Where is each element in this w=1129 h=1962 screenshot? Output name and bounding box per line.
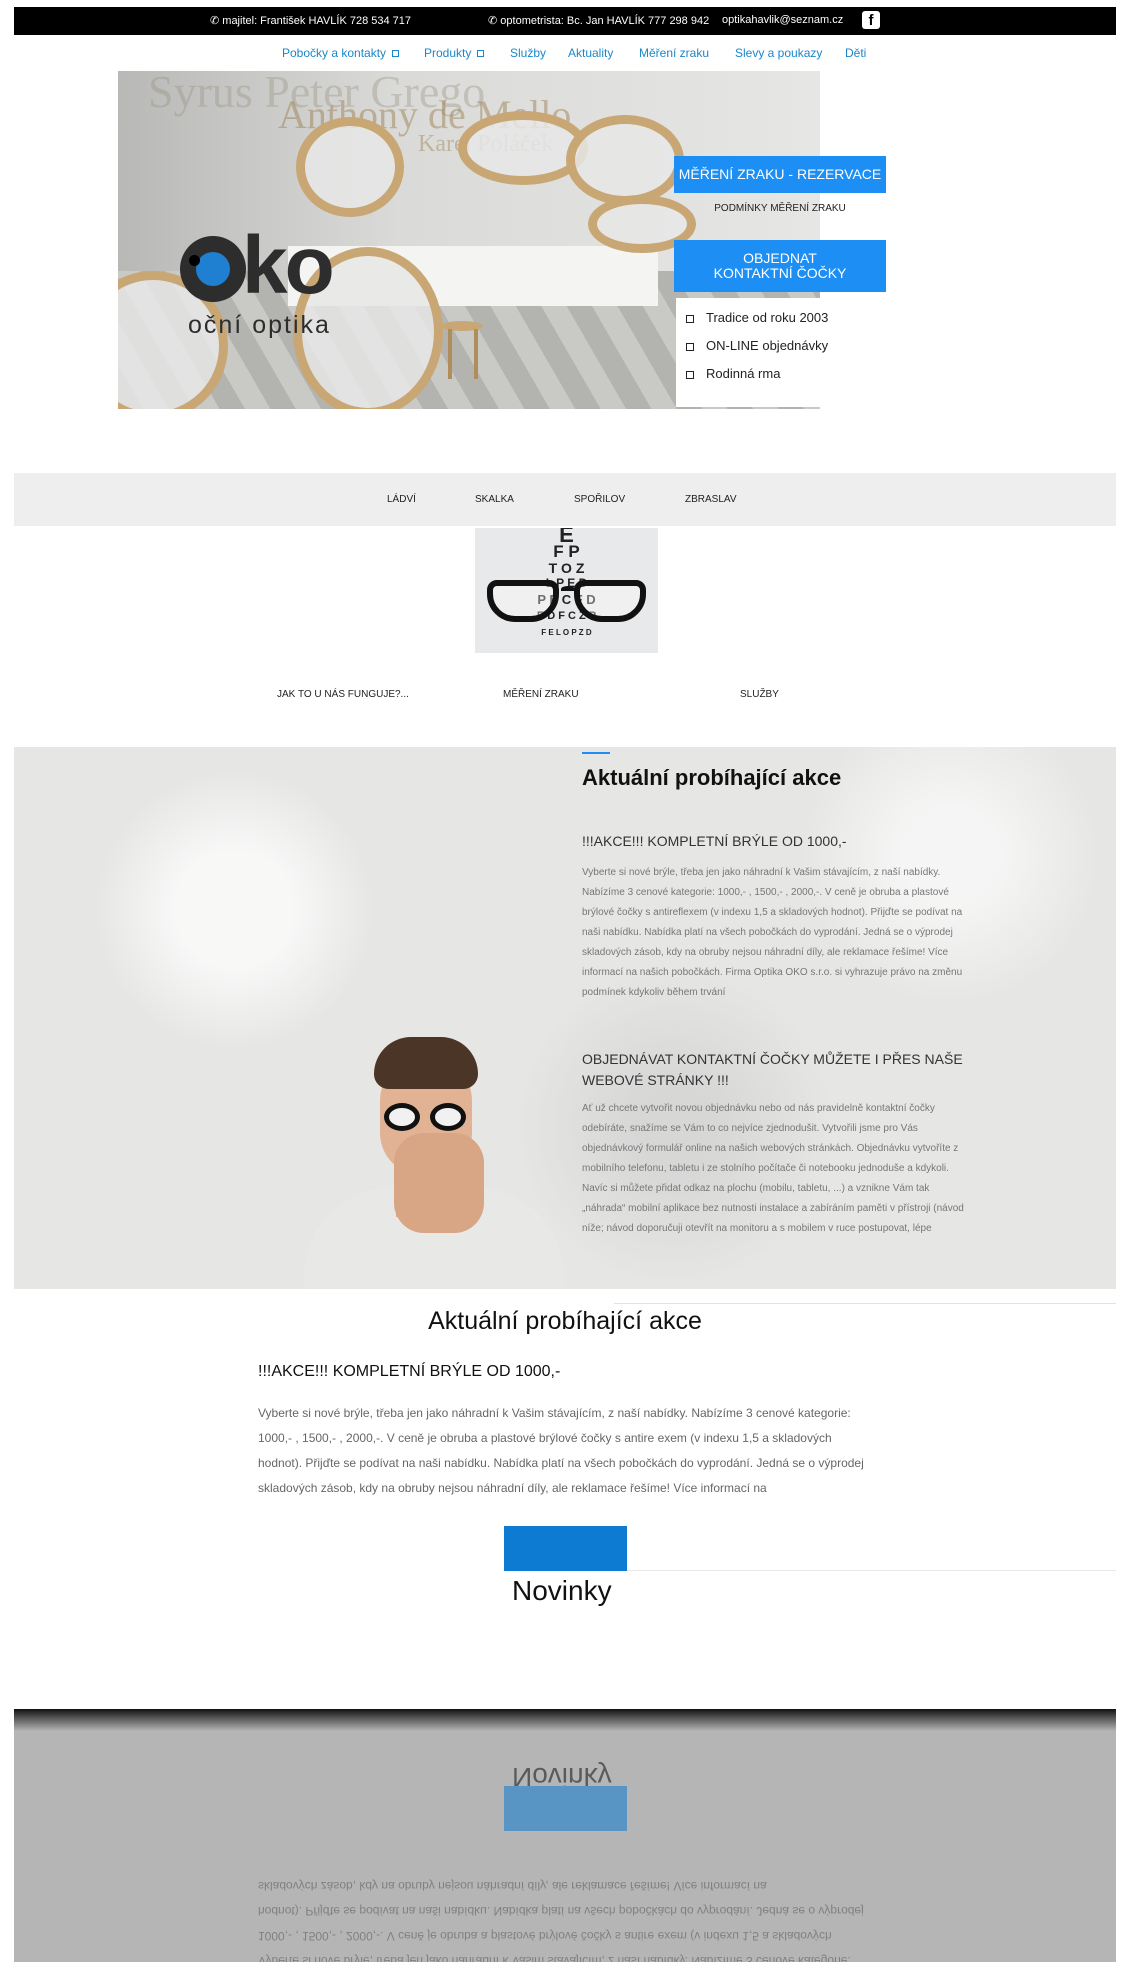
eye-test-booking-button[interactable]: MĚŘENÍ ZRAKU - REZERVACE (674, 156, 886, 193)
section2-item-text: Vyberte si nové brýle, třeba jen jako ná… (258, 1406, 864, 1495)
nav-item-discounts[interactable]: Slevy a poukazy (735, 46, 822, 60)
chevron-down-icon (477, 50, 485, 58)
eye-chart-image: E F P T O Z L P E D P E C F D E D F C Z … (475, 528, 658, 653)
section2-title: Aktuální probíhající akce (428, 1307, 702, 1335)
nav-item-label: Pobočky a kontakty (282, 46, 387, 60)
optometrist-contact[interactable]: ✆ optometrista: Bc. Jan HAVLÍK 777 298 9… (488, 14, 709, 27)
glasses-bridge (561, 586, 575, 592)
main-nav: Pobočky a kontakty Produkty Služby Aktua… (14, 35, 1116, 65)
branch-ladvi[interactable]: LÁDVÍ (387, 494, 416, 505)
branch-zbraslav[interactable]: ZBRASLAV (685, 494, 737, 505)
branches-bar: LÁDVÍ SKALKA SPOŘILOV ZBRASLAV (14, 473, 1116, 526)
promo-item2-text: Ať už chcete vytvořit novou objednávku n… (582, 1103, 964, 1234)
owner-contact-text: majitel: František HAVLÍK 728 534 717 (222, 15, 412, 27)
reflected-text: Vyberte si nové brýle, třeba jen jako ná… (258, 1879, 864, 1962)
branch-sporilov[interactable]: SPOŘILOV (574, 494, 625, 505)
page-shadow (14, 1709, 1116, 1731)
nav-item-branches[interactable]: Pobočky a kontakty (282, 46, 400, 60)
nav-item-products[interactable]: Produkty (424, 46, 485, 60)
reflected-accent-block (504, 1786, 627, 1831)
display-lens (296, 117, 404, 217)
promo-item2-title: OBJEDNÁVAT KONTAKTNÍ ČOČKY MŮŽETE I PŘES… (582, 1051, 963, 1088)
subnav-eye-test[interactable]: MĚŘENÍ ZRAKU (503, 689, 579, 700)
nav-item-label: Produkty (424, 46, 472, 60)
owner-contact[interactable]: ✆ majitel: František HAVLÍK 728 534 717 (210, 14, 411, 27)
order-button-line1: OBJEDNAT (743, 250, 817, 266)
surprised-man-photo (304, 1037, 564, 1289)
glasses-lens-left (487, 580, 559, 622)
logo-subtitle: oční optika (188, 311, 331, 339)
subnav-how-it-works[interactable]: JAK TO U NÁS FUNGUJE?... (277, 689, 409, 700)
checkbox-icon (686, 314, 694, 323)
nav-item-services[interactable]: Služby (510, 46, 546, 60)
eye-chart-row: F E L O P Z D (541, 628, 592, 637)
display-lens (566, 115, 684, 205)
order-contact-lenses-button[interactable]: OBJEDNAT KONTAKTNÍ ČOČKY (674, 240, 886, 292)
divider (627, 1570, 1116, 1571)
promo-section: Aktuální probíhající akce !!!AKCE!!! KOM… (14, 747, 1116, 1289)
subnav-services[interactable]: SLUŽBY (740, 689, 779, 700)
nav-item-eye-test[interactable]: Měření zraku (639, 46, 709, 60)
benefit-item: ON-LINE objednávky (686, 338, 828, 353)
nav-item-kids[interactable]: Děti (845, 46, 866, 60)
benefit-item: Tradice od roku 2003 (686, 310, 828, 325)
divider (614, 1303, 1116, 1304)
page-reflection: Novinky Vyberte si nové brýle, třeba jen… (14, 1709, 1116, 1962)
chevron-down-icon (392, 50, 400, 58)
eye-chart-row: F P (553, 542, 580, 561)
checkbox-icon (686, 370, 694, 379)
branch-skalka[interactable]: SKALKA (475, 494, 514, 505)
optometrist-contact-text: optometrista: Bc. Jan HAVLÍK 777 298 942 (500, 15, 710, 27)
stool-leg (448, 329, 452, 379)
nav-item-news[interactable]: Aktuality (568, 46, 613, 60)
logo-text: ko (242, 220, 335, 311)
phone-icon: ✆ (488, 15, 498, 27)
logo-o-icon (180, 236, 246, 302)
phone-icon: ✆ (210, 15, 220, 27)
eye-test-conditions-link[interactable]: PODMÍNKY MĚŘENÍ ZRAKU (674, 203, 886, 214)
checkbox-icon (686, 342, 694, 351)
news-accent-block (504, 1526, 627, 1571)
section2-item-title: !!!AKCE!!! KOMPLETNÍ BRÝLE OD 1000,- (258, 1363, 561, 1380)
glasses-lens-right (574, 580, 646, 622)
promo-title: Aktuální probíhající akce (582, 765, 842, 790)
order-button-line2: KONTAKTNÍ ČOČKY (713, 265, 847, 281)
news-title: Novinky (512, 1575, 612, 1606)
eye-chart-row: T O Z (548, 560, 585, 576)
page: ✆ majitel: František HAVLÍK 728 534 717 … (14, 7, 1116, 1962)
top-contact-bar: ✆ majitel: František HAVLÍK 728 534 717 … (14, 7, 1116, 35)
promo-item1-text: Vyberte si nové brýle, třeba jen jako ná… (582, 867, 963, 998)
facebook-icon[interactable]: f (862, 11, 880, 29)
title-accent-line (582, 752, 610, 754)
email-link[interactable]: optikahavlik@seznam.cz (722, 14, 843, 26)
benefit-item: Rodinná rma (686, 366, 780, 381)
stool-leg (474, 329, 478, 379)
benefits-box: Tradice od roku 2003 ON-LINE objednávky … (676, 298, 966, 407)
promo-item1-title: !!!AKCE!!! KOMPLETNÍ BRÝLE OD 1000,- (582, 833, 847, 849)
